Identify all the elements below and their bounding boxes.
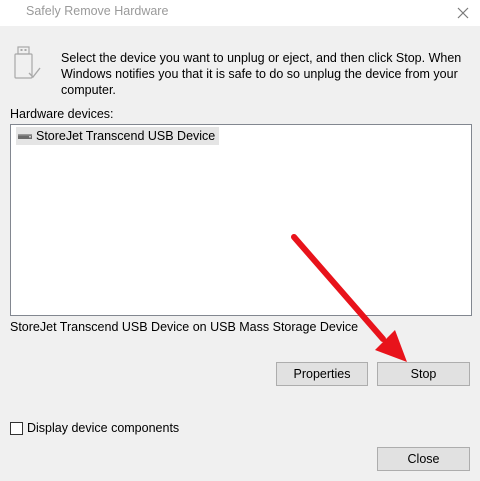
stop-button[interactable]: Stop [377,362,470,386]
properties-button[interactable]: Properties [276,362,368,386]
close-button[interactable]: Close [377,447,470,471]
hardware-devices-label: Hardware devices: [10,107,114,121]
device-description: StoreJet Transcend USB Device on USB Mas… [10,320,359,334]
window-title: Safely Remove Hardware [26,4,169,18]
device-name: StoreJet Transcend USB Device [36,129,216,143]
instructions-text: Select the device you want to unplug or … [61,51,462,97]
title-bar: Safely Remove Hardware [0,0,480,26]
display-device-components-checkbox[interactable] [10,421,23,435]
display-device-components-option[interactable]: Display device components [10,421,179,435]
safely-remove-hardware-dialog: Safely Remove Hardware Select the device… [0,0,480,481]
drive-icon [17,129,33,143]
display-device-components-label[interactable]: Display device components [27,421,179,435]
dialog-body: Select the device you want to unplug or … [0,26,480,481]
usb-drive-icon [12,46,42,82]
close-icon[interactable] [446,0,480,26]
hardware-devices-list[interactable]: StoreJet Transcend USB Device [10,124,472,316]
list-item[interactable]: StoreJet Transcend USB Device [16,127,220,145]
